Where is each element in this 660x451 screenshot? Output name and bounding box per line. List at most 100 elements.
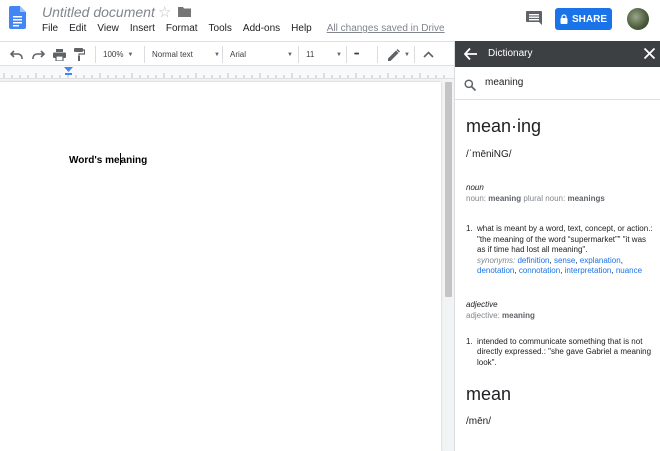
document-canvas: Word's meaning — [0, 79, 454, 451]
headword: mean — [466, 384, 512, 404]
menu-bar: File Edit View Insert Format Tools Add-o… — [42, 23, 445, 34]
redo-icon — [32, 49, 45, 59]
font-value: Arial — [230, 50, 247, 59]
panel-header: Dictionary — [455, 41, 660, 67]
docs-logo-icon[interactable] — [9, 6, 26, 29]
document-title[interactable]: Untitled document — [42, 4, 155, 20]
paint-format-button[interactable] — [74, 42, 85, 67]
definition-number: 1. — [466, 224, 473, 233]
toolbar-divider — [222, 46, 223, 63]
font-size-select[interactable]: 11 ▼ — [306, 42, 342, 67]
collapse-button[interactable] — [423, 42, 434, 67]
save-status-link[interactable]: All changes saved in Drive — [327, 23, 445, 34]
chevron-down-icon: ▼ — [214, 51, 220, 58]
search-icon — [464, 79, 476, 91]
forms-plural: meanings — [567, 194, 605, 203]
star-icon[interactable]: ☆ — [158, 3, 171, 21]
synonym-link[interactable]: interpretation — [565, 266, 612, 275]
print-button[interactable] — [53, 42, 66, 67]
chevron-down-icon: ▼ — [287, 51, 293, 58]
synonym-link[interactable]: nuance — [616, 266, 642, 275]
lock-icon — [560, 14, 568, 24]
close-icon[interactable] — [643, 47, 656, 60]
redo-button[interactable] — [32, 42, 45, 67]
word-forms: noun: meaning plural noun: meanings — [466, 194, 656, 203]
synonym-link[interactable]: definition — [517, 256, 549, 265]
toolbar-divider — [95, 46, 96, 63]
font-select[interactable]: Arial ▼ — [230, 42, 293, 67]
forms-prefix: noun: — [466, 194, 487, 203]
share-button[interactable]: SHARE — [555, 8, 612, 30]
zoom-value: 100% — [103, 50, 124, 59]
zoom-select[interactable]: 100% ▼ — [103, 42, 133, 67]
more-button[interactable]: ••• — [354, 42, 359, 67]
toolbar-divider — [298, 46, 299, 63]
panel-title: Dictionary — [488, 48, 533, 59]
ruler[interactable] — [0, 66, 454, 79]
style-select[interactable]: Normal text ▼ — [152, 42, 220, 67]
undo-icon — [10, 49, 23, 59]
menu-help[interactable]: Help — [291, 23, 312, 34]
avatar[interactable] — [627, 8, 649, 30]
menu-tools[interactable]: Tools — [209, 23, 232, 34]
back-arrow-icon[interactable] — [464, 47, 478, 61]
menu-addons[interactable]: Add-ons — [243, 23, 280, 34]
forms-base: meaning — [502, 310, 535, 320]
pencil-icon — [388, 48, 400, 61]
synonyms: synonyms: definition, sense, explanation… — [477, 255, 643, 276]
part-of-speech: adjective — [466, 299, 498, 309]
undo-button[interactable] — [10, 42, 23, 67]
forms-base: meaning — [488, 194, 522, 203]
comment-icon[interactable] — [526, 11, 542, 25]
chevron-down-icon: ▼ — [127, 51, 134, 58]
share-label: SHARE — [571, 13, 607, 25]
word-forms: adjective: meaning — [466, 311, 656, 320]
part-of-speech: noun — [466, 183, 484, 192]
definition-text: intended to communicate something that i… — [477, 336, 652, 367]
headword: mean·ing — [466, 116, 542, 136]
toolbar-divider — [346, 46, 347, 63]
text-after-cursor: aning — [120, 155, 148, 166]
top-bar: Untitled document ☆ File Edit View Inser… — [0, 0, 660, 40]
toolbar-divider — [144, 46, 145, 63]
scrollbar[interactable] — [445, 82, 452, 297]
menu-view[interactable]: View — [97, 23, 119, 34]
pronunciation: /mēn/ — [466, 416, 492, 427]
menu-file[interactable]: File — [42, 23, 58, 34]
definition-text: what is meant by a word, text, concept, … — [477, 224, 653, 254]
style-value: Normal text — [152, 50, 193, 59]
synonyms-label: synonyms: — [477, 255, 516, 265]
collapse-icon — [423, 51, 434, 58]
font-size-value: 11 — [306, 50, 315, 59]
synonym-link[interactable]: connotation — [519, 266, 560, 275]
dictionary-search-input[interactable] — [485, 77, 645, 88]
paint-format-icon — [74, 48, 85, 61]
folder-icon[interactable] — [178, 6, 191, 17]
definition: 1. intended to communicate something tha… — [466, 337, 656, 369]
pronunciation: /ˈmēniNG/ — [466, 149, 512, 160]
forms-plural-label: plural noun: — [523, 194, 566, 203]
menu-format[interactable]: Format — [166, 23, 198, 34]
definition-number: 1. — [466, 336, 473, 346]
definition-content: what is meant by a word, text, concept, … — [477, 224, 656, 277]
chevron-down-icon: ▼ — [404, 51, 410, 58]
menu-edit[interactable]: Edit — [69, 23, 86, 34]
document-text[interactable]: Word's meaning — [69, 153, 147, 166]
synonym-link[interactable]: explanation — [580, 256, 621, 265]
dictionary-results: mean·ing /ˈmēniNG/ noun noun: meaning pl… — [466, 116, 656, 427]
print-icon — [53, 48, 66, 61]
menu-insert[interactable]: Insert — [130, 23, 155, 34]
forms-prefix: adjective: — [466, 310, 500, 320]
text-before-cursor: Word's me — [69, 155, 120, 166]
dictionary-panel: Dictionary mean·ing /ˈmēniNG/ noun noun:… — [454, 41, 660, 451]
editing-mode-button[interactable]: ▼ — [388, 42, 410, 67]
toolbar: 100% ▼ Normal text ▼ Arial ▼ 11 ▼ ••• ▼ — [0, 41, 454, 66]
document-page[interactable]: Word's meaning — [0, 82, 441, 451]
toolbar-divider — [414, 46, 415, 63]
synonym-link[interactable]: sense — [554, 256, 575, 265]
definition: 1. what is meant by a word, text, concep… — [466, 224, 656, 277]
synonym-link[interactable]: denotation — [477, 266, 514, 275]
indent-marker-icon[interactable] — [64, 67, 73, 75]
chevron-down-icon: ▼ — [336, 51, 342, 58]
toolbar-divider — [377, 46, 378, 63]
